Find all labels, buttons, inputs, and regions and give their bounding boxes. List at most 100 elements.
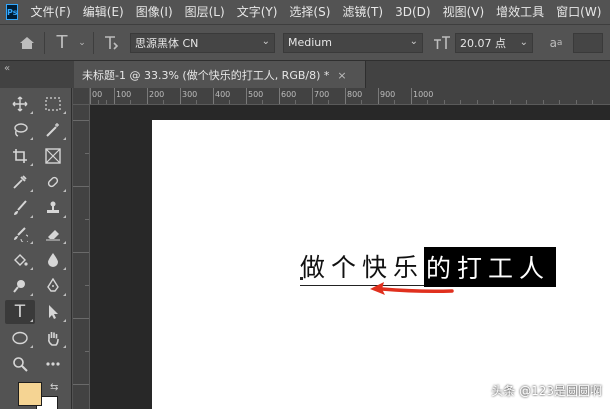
font-style-value: Medium xyxy=(288,36,332,49)
ruler-minor-tick xyxy=(163,100,164,104)
marquee-tool-icon[interactable] xyxy=(38,92,68,116)
frame-tool-icon[interactable] xyxy=(38,144,68,168)
type-tool-icon[interactable]: T xyxy=(5,300,35,324)
ruler-minor-tick xyxy=(229,100,230,104)
chevron-down-icon[interactable]: ⌄ xyxy=(75,30,89,56)
swap-colors-icon[interactable]: ⇆ xyxy=(50,382,58,393)
ruler-tick xyxy=(147,88,148,104)
clone-stamp-tool-icon[interactable] xyxy=(38,196,68,220)
menu-file[interactable]: 文件(F) xyxy=(24,0,76,24)
ruler-minor-tick xyxy=(559,100,560,104)
eyedropper-tool-icon[interactable] xyxy=(5,170,35,194)
font-family-value: 思源黑体 CN xyxy=(135,36,199,50)
healing-brush-tool-icon[interactable] xyxy=(38,170,68,194)
ruler-minor-tick xyxy=(106,100,107,104)
menu-bar: Ps 文件(F) 编辑(E) 图像(I) 图层(L) 文字(Y) 选择(S) 滤… xyxy=(0,0,610,24)
path-selection-tool-icon[interactable] xyxy=(38,300,68,324)
blur-tool-icon[interactable] xyxy=(38,248,68,272)
ruler-label: 900 xyxy=(380,90,396,99)
anti-aliasing-dropdown[interactable] xyxy=(573,32,603,53)
more-tools-icon[interactable] xyxy=(38,352,68,376)
ruler-label: 800 xyxy=(347,90,363,99)
ruler-label: 700 xyxy=(314,90,330,99)
ruler-minor-tick xyxy=(444,100,445,104)
menu-image[interactable]: 图像(I) xyxy=(130,0,179,24)
paint-bucket-tool-icon[interactable] xyxy=(5,248,35,272)
ellipse-tool-icon[interactable] xyxy=(5,326,35,350)
horizontal-ruler[interactable]: 00 100 200 300 400 500 600 700 800 900 1… xyxy=(90,88,610,105)
document-tab-title: 未标题-1 @ 33.3% (做个快乐的打工人, RGB/8) * xyxy=(82,69,330,82)
font-size-field[interactable]: 20.07 点 ⌄ xyxy=(455,32,533,53)
text-cursor xyxy=(300,277,303,280)
ruler-minor-tick xyxy=(460,100,461,104)
options-bar: T ⌄ 思源黑体 CN ⌄ Medium ⌄ 20.07 点 ⌄ aa xyxy=(0,24,610,60)
ruler-minor-tick xyxy=(85,219,89,220)
vertical-ruler[interactable] xyxy=(73,105,90,409)
brush-tool-icon[interactable] xyxy=(5,196,35,220)
font-family-dropdown[interactable]: 思源黑体 CN ⌄ xyxy=(130,32,275,53)
ruler-minor-tick xyxy=(510,100,511,104)
ruler-minor-tick xyxy=(328,100,329,104)
menu-window[interactable]: 窗口(W) xyxy=(550,0,607,24)
menu-filter[interactable]: 滤镜(T) xyxy=(336,0,389,24)
lasso-tool-icon[interactable] xyxy=(5,118,35,142)
menu-layer[interactable]: 图层(L) xyxy=(179,0,231,24)
menu-plugins[interactable]: 增效工具 xyxy=(490,0,550,24)
ruler-label: 300 xyxy=(182,90,198,99)
close-icon[interactable]: × xyxy=(337,69,346,82)
ruler-tick xyxy=(73,252,89,253)
magic-wand-tool-icon[interactable] xyxy=(38,118,68,142)
ruler-label: 500 xyxy=(248,90,264,99)
menu-edit[interactable]: 编辑(E) xyxy=(77,0,130,24)
menu-type[interactable]: 文字(Y) xyxy=(231,0,284,24)
ruler-minor-tick xyxy=(493,100,494,104)
font-size-icon xyxy=(429,30,455,56)
ruler-tick xyxy=(73,120,89,121)
ruler-minor-tick xyxy=(85,351,89,352)
text-orientation-icon[interactable] xyxy=(98,30,124,56)
ruler-minor-tick xyxy=(98,100,99,104)
anti-aliasing-icon[interactable]: aa xyxy=(543,30,569,56)
document-tab-bar: « 未标题-1 @ 33.3% (做个快乐的打工人, RGB/8) * × xyxy=(0,60,610,89)
font-style-dropdown[interactable]: Medium ⌄ xyxy=(283,32,423,53)
ruler-label: 600 xyxy=(281,90,297,99)
crop-tool-icon[interactable] xyxy=(5,144,35,168)
ruler-tick xyxy=(114,88,115,104)
hand-tool-icon[interactable] xyxy=(38,326,68,350)
text-layer[interactable]: 做个快乐 的打工人 xyxy=(300,247,557,287)
ruler-origin[interactable] xyxy=(73,88,90,105)
menu-select[interactable]: 选择(S) xyxy=(283,0,336,24)
ruler-tick xyxy=(345,88,346,104)
ruler-tick xyxy=(73,384,89,385)
document-tab[interactable]: 未标题-1 @ 33.3% (做个快乐的打工人, RGB/8) * × xyxy=(74,61,366,89)
ruler-label: 100 xyxy=(116,90,132,99)
menu-3d[interactable]: 3D(D) xyxy=(389,0,436,24)
dodge-tool-icon[interactable] xyxy=(5,274,35,298)
ruler-tick xyxy=(213,88,214,104)
foreground-color-swatch[interactable] xyxy=(18,382,42,406)
zoom-tool-icon[interactable] xyxy=(5,352,35,376)
ruler-minor-tick xyxy=(543,100,544,104)
home-icon[interactable] xyxy=(14,30,40,56)
menu-view[interactable]: 视图(V) xyxy=(437,0,491,24)
ruler-tick xyxy=(411,88,412,104)
ruler-tick xyxy=(378,88,379,104)
tools-panel: T ⇆ xyxy=(0,88,72,409)
separator xyxy=(44,31,45,54)
type-tool-preset-icon[interactable]: T xyxy=(49,30,75,56)
ruler-minor-tick xyxy=(196,100,197,104)
ruler-tick xyxy=(180,88,181,104)
move-tool-icon[interactable] xyxy=(5,92,35,116)
collapse-panel-icon[interactable]: « xyxy=(4,63,10,74)
ruler-tick xyxy=(90,88,91,104)
eraser-tool-icon[interactable] xyxy=(38,222,68,246)
ruler-minor-tick xyxy=(526,100,527,104)
font-size-value: 20.07 点 xyxy=(460,36,506,50)
history-brush-tool-icon[interactable] xyxy=(5,222,35,246)
ruler-label: 1000 xyxy=(413,90,434,99)
ruler-tick xyxy=(73,186,89,187)
canvas-workspace[interactable]: 做个快乐 的打工人 xyxy=(90,105,610,409)
ruler-minor-tick xyxy=(477,100,478,104)
chevron-down-icon: ⌄ xyxy=(261,35,270,47)
pen-tool-icon[interactable] xyxy=(38,274,68,298)
